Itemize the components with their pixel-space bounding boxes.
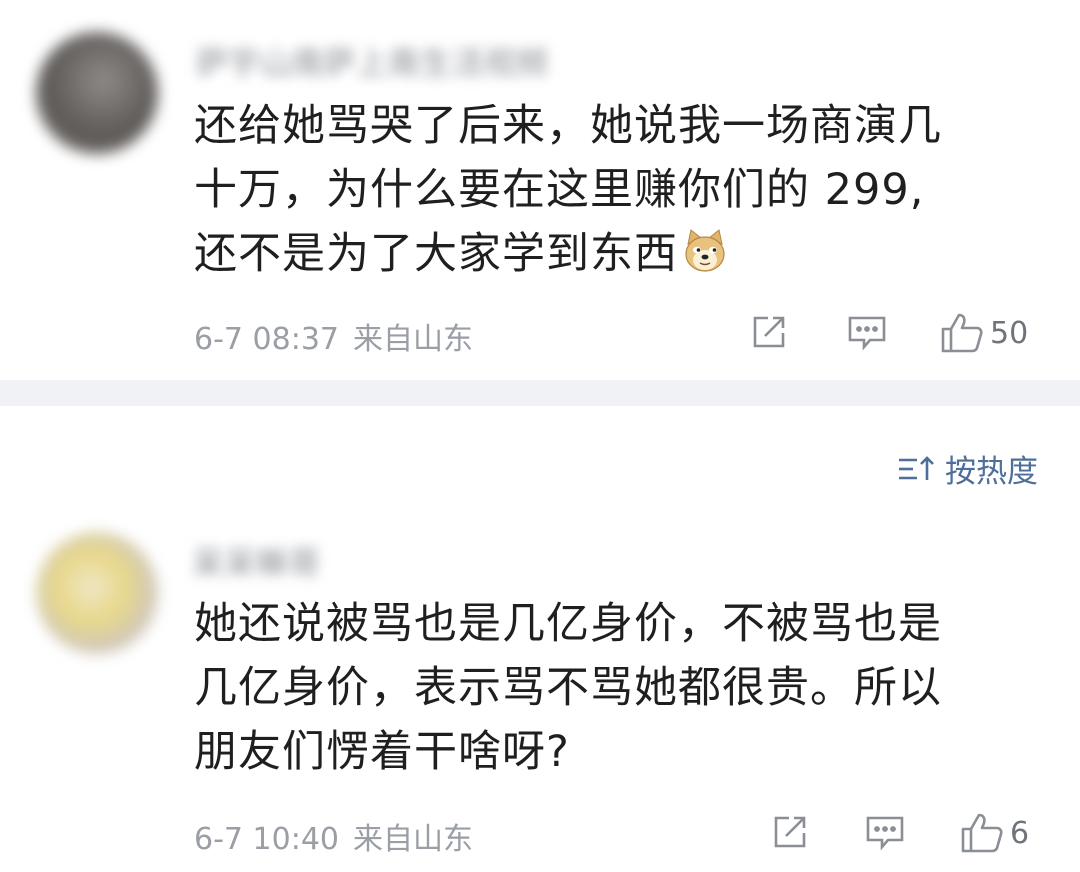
comment-text-line: 还不是为了大家学到东西 bbox=[194, 229, 678, 279]
section-divider bbox=[0, 380, 1080, 406]
comment-feed: 萨宇山南萨上南生活视频 还给她骂哭了后来，她说我一场商演几 十万，为什么要在这里赚… bbox=[0, 0, 1080, 872]
like-button[interactable]: 50 bbox=[940, 312, 1028, 354]
comment-meta: 6-7 10:40 来自山东 bbox=[194, 814, 473, 858]
comment-location: 来自山东 bbox=[353, 822, 473, 857]
reply-icon bbox=[866, 816, 904, 851]
avatar[interactable] bbox=[36, 32, 158, 154]
reply-button[interactable] bbox=[864, 812, 906, 852]
avatar[interactable] bbox=[36, 532, 158, 654]
comment-item: 萨宇山南萨上南生活视频 还给她骂哭了后来，她说我一场商演几 十万，为什么要在这里赚… bbox=[0, 0, 1080, 380]
like-button[interactable]: 6 bbox=[960, 812, 1029, 854]
reply-button[interactable] bbox=[846, 312, 888, 352]
sort-label: 按热度 bbox=[945, 454, 1038, 490]
comment-text-line: 朋友们愣着干啥呀? bbox=[194, 727, 570, 777]
comment-meta: 6-7 08:37 来自山东 bbox=[194, 314, 473, 358]
like-icon bbox=[961, 813, 1003, 853]
like-icon bbox=[941, 313, 983, 353]
comment-text: 她还说被骂也是几亿身价，不被骂也是 几亿身价，表示骂不骂她都很贵。所以 朋友们愣着干… bbox=[194, 592, 1024, 784]
like-count: 50 bbox=[990, 315, 1029, 351]
sort-icon bbox=[899, 455, 934, 480]
repost-button[interactable] bbox=[749, 312, 789, 352]
comment-text-line: 十万，为什么要在这里赚你们的 299, bbox=[194, 165, 925, 215]
reply-icon bbox=[848, 316, 886, 351]
like-count: 6 bbox=[1010, 815, 1030, 851]
username[interactable]: 萨宇山南萨上南生活视频 bbox=[196, 38, 548, 84]
sort-by-popularity-button[interactable]: 按热度 bbox=[897, 446, 1038, 491]
doge-emoji-icon bbox=[685, 229, 725, 272]
username[interactable]: 呆呆嘛哥 bbox=[192, 538, 320, 584]
comment-text-line: 她还说被骂也是几亿身价，不被骂也是 bbox=[194, 599, 942, 649]
comment-date: 6-7 08:37 bbox=[194, 322, 339, 357]
comment-text-line: 还给她骂哭了后来，她说我一场商演几 bbox=[194, 101, 942, 151]
comment-text-line: 几亿身价，表示骂不骂她都很贵。所以 bbox=[194, 663, 942, 713]
comment-text: 还给她骂哭了后来，她说我一场商演几 十万，为什么要在这里赚你们的 299, 还不是为… bbox=[194, 94, 1024, 286]
comment-location: 来自山东 bbox=[353, 322, 473, 357]
comment-date: 6-7 10:40 bbox=[194, 822, 339, 857]
repost-button[interactable] bbox=[770, 812, 810, 852]
comment-item: 呆呆嘛哥 她还说被骂也是几亿身价，不被骂也是 几亿身价，表示骂不骂她都很贵。所以朋… bbox=[0, 510, 1080, 872]
repost-icon bbox=[753, 316, 785, 348]
repost-icon bbox=[774, 816, 806, 848]
